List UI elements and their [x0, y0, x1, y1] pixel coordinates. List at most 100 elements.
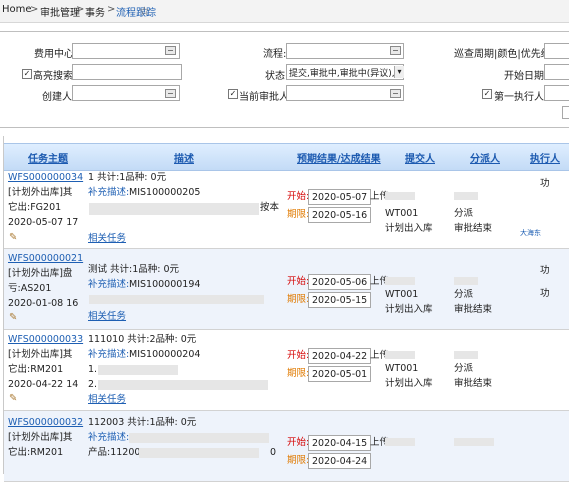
related-tasks-link[interactable]: 相关任务 [88, 231, 126, 247]
table-row[interactable]: WFS000000034 [计划外出库]其 它出:FG201 2020-05-0… [4, 170, 569, 249]
table-row[interactable]: WFS000000021 [计划外出库]盘 亏:AS201 2020-01-08… [4, 249, 569, 330]
task-sub: 它出:FG201 [8, 202, 62, 213]
start-label: 开始: [287, 437, 310, 448]
highlight-search-input[interactable] [72, 64, 182, 80]
submitter-flow: 计划出入库 [385, 223, 433, 234]
status-label: 状态: [265, 71, 289, 82]
patrol-label: 巡查周期|颜色|优先级: [454, 49, 555, 60]
due-label: 期限: [287, 368, 310, 379]
creator-picker-icon[interactable] [165, 89, 176, 98]
flow-picker-icon[interactable] [390, 46, 401, 55]
task-sub: 它出:RM201 [8, 364, 64, 375]
flow-label: 流程: [263, 49, 287, 60]
desc-line: 1. [88, 364, 98, 375]
extra-label: 补充描述: [88, 432, 130, 443]
task-date: 2020-01-08 16 [8, 298, 79, 309]
column-executor[interactable]: 执行人 [530, 150, 560, 165]
creator-label: 创建人: [42, 92, 76, 103]
dispatch-action: 分派 [454, 289, 474, 300]
edit-icon[interactable]: ✎ [9, 312, 17, 323]
highlight-checkbox[interactable]: ✓ [22, 69, 32, 79]
breadcrumb-home[interactable]: Home [2, 4, 32, 15]
column-submitter[interactable]: 提交人 [405, 150, 435, 165]
breadcrumb-current: 流程跟踪 [116, 8, 156, 19]
desc-summary: 1 共计:1品种: 0元 [88, 172, 167, 183]
breadcrumb-separator: > [107, 4, 116, 15]
task-grid: 任务主题 描述 预期结果/达成结果 提交人 分派人 执行人 WFS0000000… [3, 136, 569, 482]
desc-summary: 112003 共计:1品种: 0元 [88, 417, 197, 428]
redacted-text [98, 380, 268, 390]
edit-icon[interactable]: ✎ [9, 393, 17, 404]
star-icon[interactable]: ☆ [139, 4, 150, 18]
desc-summary: 测试 共计:1品种: 0元 [88, 264, 180, 275]
redacted-text [139, 448, 259, 458]
column-plan[interactable]: 预期结果/达成结果 [297, 150, 381, 165]
submitter-code: WT001 [385, 289, 419, 300]
column-desc[interactable]: 描述 [174, 150, 194, 165]
start-label: 开始: [287, 191, 310, 202]
start-date-field[interactable]: 2020-05-07 [308, 189, 371, 205]
flow-input[interactable] [286, 43, 404, 59]
first-executor-checkbox[interactable]: ✓ [482, 89, 492, 99]
task-date: 2020-04-22 14 [8, 379, 79, 390]
cost-center-picker-icon[interactable] [165, 46, 176, 55]
breadcrumb-approval[interactable]: 审批管理 [40, 4, 80, 19]
current-approver-input[interactable] [286, 85, 404, 101]
task-id-link[interactable]: WFS000000033 [8, 332, 83, 348]
due-date-field[interactable]: 2020-05-15 [308, 292, 371, 308]
related-tasks-link[interactable]: 相关任务 [88, 309, 126, 325]
dispatch-status: 审批结束 [454, 223, 493, 234]
first-executor-input[interactable] [544, 85, 569, 101]
redacted-text [89, 295, 264, 304]
patrol-input[interactable] [544, 43, 569, 59]
due-date-field[interactable]: 2020-04-24 [308, 453, 371, 469]
breadcrumb-tasks[interactable]: 事务 [85, 4, 105, 19]
task-id-link[interactable]: WFS000000034 [8, 170, 83, 186]
column-subject[interactable]: 任务主题 [28, 150, 68, 165]
executor-name: 功 [540, 288, 550, 299]
creator-input[interactable] [72, 85, 180, 101]
first-executor-label: 第一执行人: [494, 92, 548, 103]
redacted-text [385, 351, 415, 359]
start-label: 开始: [287, 276, 310, 287]
redacted-text [98, 365, 178, 375]
cost-center-input[interactable] [72, 43, 180, 59]
due-date-field[interactable]: 2020-05-16 [308, 207, 371, 223]
redacted-text [454, 351, 478, 359]
dispatch-action: 分派 [454, 208, 474, 219]
table-row[interactable]: WFS000000033 [计划外出库]其 它出:RM201 2020-04-2… [4, 330, 569, 411]
breadcrumb-separator: > [30, 4, 39, 15]
executor-link[interactable]: 大海东 [520, 225, 541, 241]
table-row[interactable]: WFS000000032 [计划外出库]其 它出:RM201 112003 共计… [4, 411, 569, 482]
task-sub: 亏:AS201 [8, 283, 52, 294]
start-date-field[interactable]: 2020-04-22 [308, 348, 371, 364]
current-approver-picker-icon[interactable] [390, 89, 401, 98]
redacted-text [454, 438, 494, 446]
status-select[interactable]: 提交,审批中,审批中(异议), [286, 64, 404, 80]
desc-summary: 111010 共计:2品种: 0元 [88, 334, 197, 345]
start-date-input[interactable] [544, 64, 569, 80]
chevron-down-icon[interactable]: ▾ [394, 66, 404, 78]
submitter-flow: 计划出入库 [385, 378, 433, 389]
task-id-link[interactable]: WFS000000021 [8, 251, 83, 267]
executor-name: 功 [540, 265, 550, 276]
current-approver-checkbox[interactable]: ✓ [228, 89, 238, 99]
filter-panel: 费用中心: 流程: 巡查周期|颜色|优先级: ✓ 高亮搜索: 状态: 提交,审批… [0, 31, 569, 128]
highlight-search-label: 高亮搜索: [33, 71, 77, 82]
task-type: [计划外出库]其 [8, 187, 73, 198]
extra-label: 补充描述: [88, 279, 130, 290]
task-type: [计划外出库]其 [8, 349, 73, 360]
column-dispatcher[interactable]: 分派人 [470, 150, 500, 165]
due-label: 期限: [287, 209, 310, 220]
related-tasks-link[interactable]: 相关任务 [88, 392, 126, 408]
due-date-field[interactable]: 2020-05-01 [308, 366, 371, 382]
task-id-link[interactable]: WFS000000032 [8, 415, 83, 431]
search-button[interactable] [562, 106, 569, 119]
extra-value: MIS100000194 [129, 279, 201, 290]
cost-center-label: 费用中心: [34, 49, 78, 60]
start-date-field[interactable]: 2020-05-06 [308, 274, 371, 290]
edit-icon[interactable]: ✎ [9, 232, 17, 243]
current-approver-label: 当前审批人: [239, 92, 293, 103]
start-date-field[interactable]: 2020-04-15 [308, 435, 371, 451]
executor-name: 功 [540, 178, 550, 189]
